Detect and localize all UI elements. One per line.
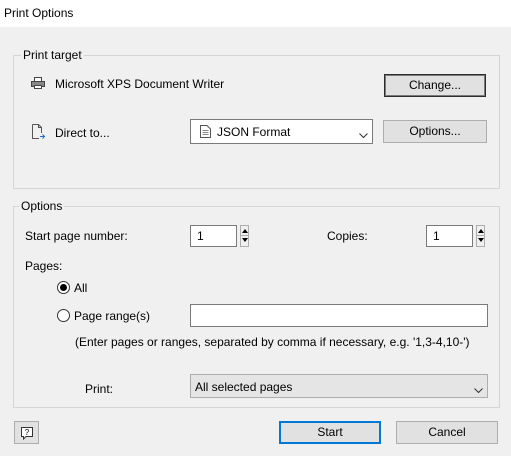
change-button-label: Change... — [408, 78, 462, 92]
document-arrow-icon — [31, 124, 46, 139]
format-options-button[interactable]: Options... — [383, 120, 487, 143]
print-label: Print: — [85, 382, 114, 396]
start-button-label: Start — [317, 425, 343, 439]
spin-down-icon[interactable] — [477, 236, 484, 246]
spin-up-icon[interactable] — [477, 226, 484, 236]
start-page-input[interactable]: 1 — [190, 225, 237, 247]
printer-icon — [31, 76, 45, 90]
page-range-label[interactable]: Page range(s) — [74, 309, 150, 323]
options-button-label: Options... — [409, 124, 461, 138]
cancel-button[interactable]: Cancel — [396, 421, 498, 444]
start-page-label: Start page number: — [25, 229, 128, 243]
page-range-hint: (Enter pages or ranges, separated by com… — [75, 335, 470, 349]
spin-down-icon[interactable] — [241, 236, 248, 246]
radio-selected-dot — [60, 284, 67, 291]
title-bar — [0, 0, 511, 27]
document-icon — [200, 125, 211, 138]
all-pages-radio[interactable] — [57, 281, 70, 294]
help-icon: ? — [21, 426, 33, 441]
chevron-down-icon — [474, 383, 483, 394]
direct-to-label: Direct to... — [55, 126, 110, 140]
options-group-label: Options — [19, 199, 65, 213]
print-target-label: Print target — [21, 48, 84, 62]
window-title: Print Options — [4, 6, 74, 20]
pages-label: Pages: — [25, 259, 63, 273]
print-select-value: All selected pages — [195, 380, 293, 394]
chevron-down-icon — [359, 128, 368, 139]
change-printer-button[interactable]: Change... — [384, 74, 486, 97]
all-pages-label[interactable]: All — [74, 281, 87, 295]
help-button[interactable]: ? — [14, 421, 39, 444]
copies-input[interactable]: 1 — [426, 225, 473, 247]
cancel-button-label: Cancel — [428, 425, 466, 439]
printer-name: Microsoft XPS Document Writer — [55, 77, 225, 91]
start-page-spinner[interactable] — [240, 225, 249, 247]
format-value: JSON Format — [217, 125, 291, 139]
spin-up-icon[interactable] — [241, 226, 248, 236]
copies-spinner[interactable] — [476, 225, 485, 247]
start-button[interactable]: Start — [279, 421, 381, 444]
print-select[interactable]: All selected pages — [190, 374, 488, 398]
page-range-input[interactable] — [190, 304, 488, 327]
format-combo[interactable]: JSON Format — [190, 119, 373, 144]
copies-label: Copies: — [327, 229, 368, 243]
svg-text:?: ? — [25, 428, 30, 437]
page-range-radio[interactable] — [57, 309, 70, 322]
